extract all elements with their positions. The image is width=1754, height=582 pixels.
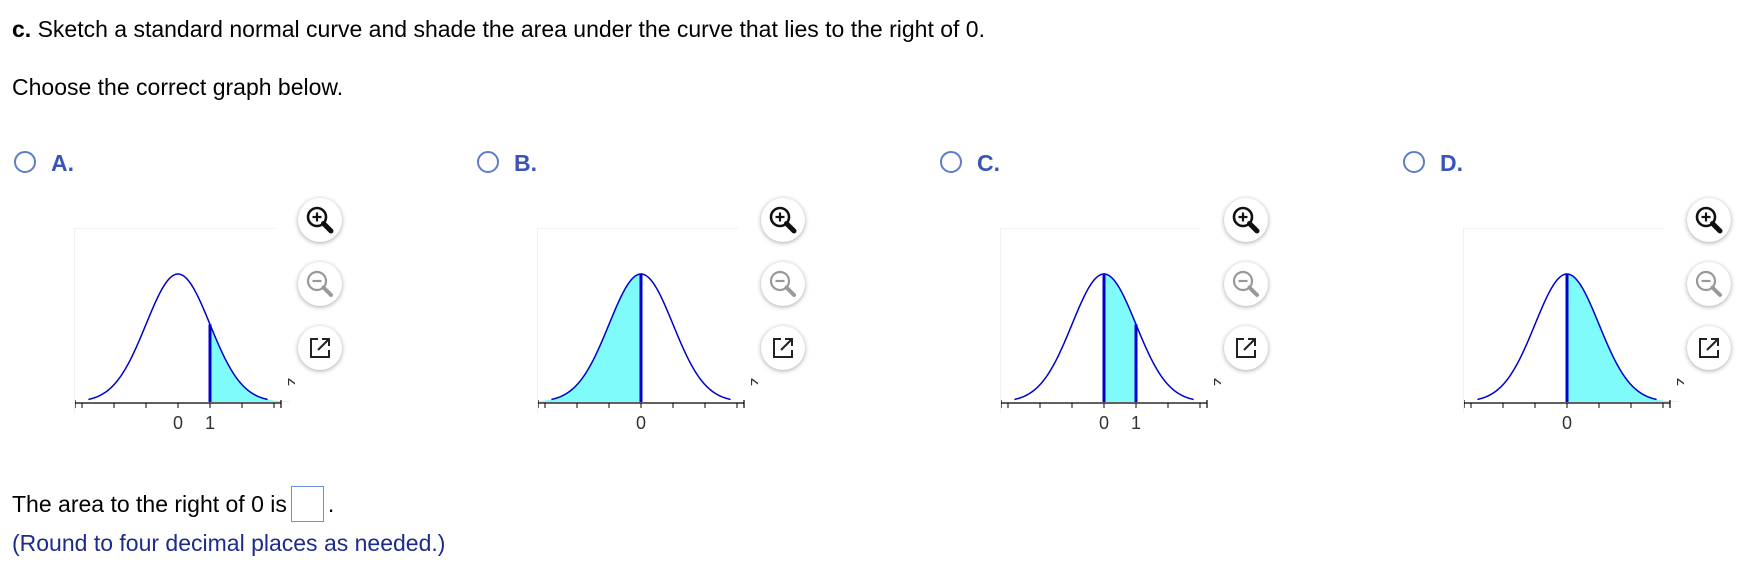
normal-curve-graph: 0z [1463,228,1684,429]
shaded-area [538,274,641,402]
z-axis-label: z [284,378,295,387]
normal-curve-graph: 0 1 z [74,228,295,429]
tick-label: 0 [1099,413,1109,429]
answer-suffix: . [327,491,335,518]
zoom-out-icon [1695,270,1722,297]
zoom-in-button[interactable] [761,198,805,242]
open-external-icon [310,338,330,358]
zoom-out-icon [1232,270,1259,297]
option-letter: C. [977,150,1000,176]
open-external-icon [773,338,793,358]
zoom-out-button[interactable] [761,262,805,306]
zoom-out-button[interactable] [1687,262,1731,306]
answer-option-c: C. 0 1 z [938,148,1398,438]
rounding-hint: (Round to four decimal places as needed.… [12,530,446,556]
option-radio[interactable] [477,151,499,173]
shaded-area [1104,274,1136,402]
answer-line: The area to the right of 0 is. [12,486,334,526]
option-letter: B. [514,150,537,176]
zoom-in-icon [1695,206,1723,234]
normal-curve [88,273,268,401]
normal-curve-svg: 0 1 z [1001,273,1221,429]
normal-curve-svg: 0z [538,273,758,429]
shaded-area [210,324,290,402]
answer-option-b: B.0z [475,148,935,438]
open-external-button[interactable] [1687,326,1731,370]
tick-label: 1 [1131,413,1141,429]
normal-curve-svg: 0z [1464,273,1684,429]
instruction-text: Choose the correct graph below. [12,74,344,100]
question-part-label: c. [12,16,32,42]
shaded-area [1567,274,1679,402]
normal-curve-graph: 0z [537,228,758,429]
tick-label: 0 [1562,413,1572,429]
question-body: Sketch a standard normal curve and shade… [37,16,985,42]
z-axis-label: z [747,378,758,387]
option-radio[interactable] [940,151,962,173]
normal-curve-svg: 0 1 z [75,273,295,429]
answer-option-a: A. 0 1 z [12,148,472,438]
open-external-button[interactable] [1224,326,1268,370]
open-external-icon [1236,338,1256,358]
zoom-out-icon [306,270,333,297]
zoom-in-button[interactable] [1687,198,1731,242]
zoom-out-icon [769,270,796,297]
z-axis-label: z [1673,378,1684,387]
normal-curve-graph: 0 1 z [1000,228,1221,429]
answer-option-d: D.0z [1401,148,1754,438]
zoom-in-icon [1232,206,1260,234]
tick-label: 1 [205,413,215,429]
option-letter: A. [51,150,74,176]
zoom-out-button[interactable] [1224,262,1268,306]
option-radio[interactable] [14,151,36,173]
open-external-button[interactable] [761,326,805,370]
z-axis-label: z [1210,378,1221,387]
zoom-in-button[interactable] [298,198,342,242]
tick-label: 0 [636,413,646,429]
zoom-out-button[interactable] [298,262,342,306]
option-radio[interactable] [1403,151,1425,173]
answer-input[interactable] [290,486,324,522]
option-letter: D. [1440,150,1463,176]
open-external-button[interactable] [298,326,342,370]
tick-label: 0 [173,413,183,429]
answer-prefix: The area to the right of 0 is [12,491,287,518]
zoom-in-icon [769,206,797,234]
question-text: c. Sketch a standard normal curve and sh… [12,14,985,44]
zoom-in-icon [306,206,334,234]
zoom-in-button[interactable] [1224,198,1268,242]
open-external-icon [1699,338,1719,358]
